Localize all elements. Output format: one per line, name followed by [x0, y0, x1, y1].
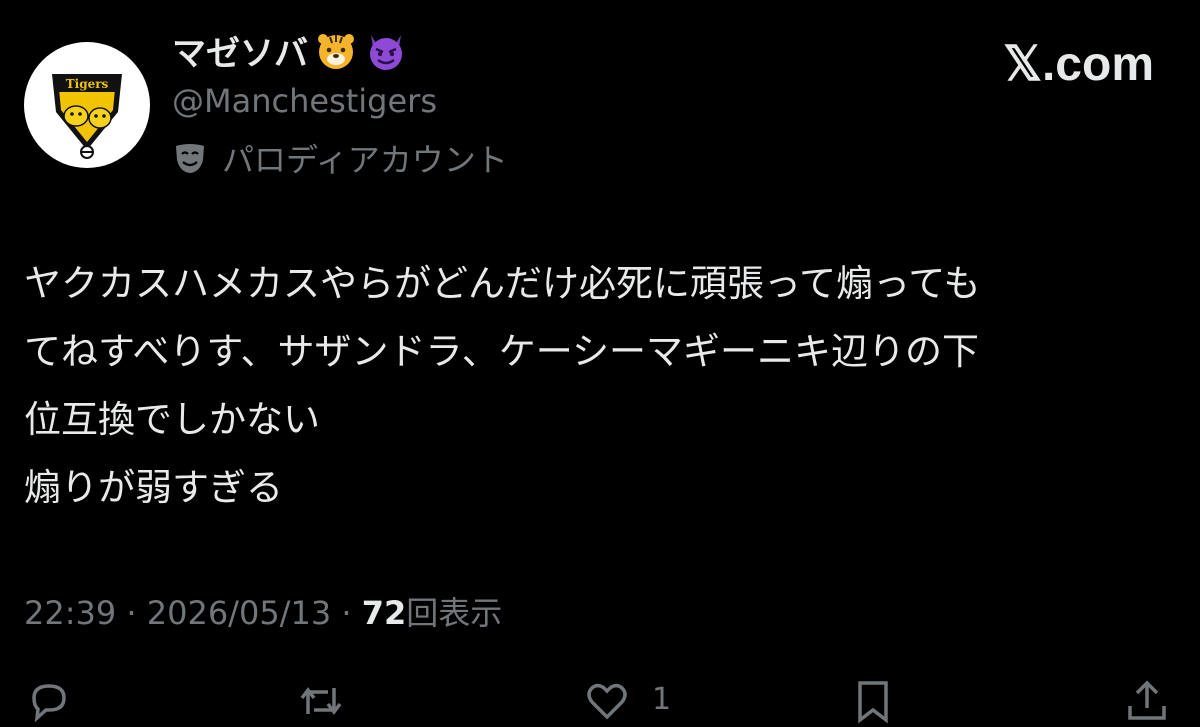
retweet-icon [300, 687, 342, 715]
mask-icon [176, 144, 204, 173]
avatar-image: Tigers [25, 43, 149, 167]
parody-badge: パロディアカウント [172, 135, 508, 181]
tweet-line: 煽りが弱すぎる [24, 466, 283, 509]
tiger-face-emoji-icon [314, 29, 358, 73]
avatar-logo-text: Tigers [66, 77, 109, 91]
tweet-time[interactable]: 22:39 [24, 594, 116, 632]
meta-separator: · [331, 594, 362, 632]
tweet-line: てねすべりす、サザンドラ、ケーシーマギーニキ辺りの下 [24, 330, 979, 373]
smiling-imp-emoji-icon [364, 29, 408, 73]
tweet-text: ヤクカスハメカスやらがどんだけ必死に頑張って煽っても てねすべりす、サザンドラ、… [24, 250, 1174, 522]
tweet-date[interactable]: 2026/05/13 [147, 594, 331, 632]
views-count: 72 [361, 594, 407, 632]
x-brand-logo: 𝕏.com [1003, 38, 1154, 91]
tweet-line: ヤクカスハメカスやらがどんだけ必死に頑張って煽っても [24, 262, 981, 305]
like-count: 1 [652, 682, 672, 717]
reply-button[interactable] [26, 678, 72, 724]
heart-icon [587, 683, 627, 720]
display-name-row[interactable]: マゼソバ [172, 26, 408, 75]
tweet-meta: 22:39 · 2026/05/13 · 72回表示 [24, 588, 502, 634]
parody-label: パロディアカウント [222, 141, 508, 179]
views-label: 回表示 [406, 594, 503, 632]
reply-icon [32, 684, 66, 723]
bookmark-icon [858, 681, 888, 724]
share-icon [1128, 680, 1166, 720]
retweet-button[interactable] [298, 678, 344, 724]
meta-separator: · [116, 594, 147, 632]
avatar[interactable]: Tigers [24, 42, 150, 168]
user-handle[interactable]: @Manchestigers [172, 82, 437, 120]
display-name[interactable]: マゼソバ [172, 26, 308, 75]
bookmark-button[interactable] [850, 678, 896, 724]
action-bar: 1 [0, 670, 1200, 727]
tweet-line: 位互換でしかない [24, 398, 320, 441]
like-button[interactable] [584, 678, 630, 724]
share-button[interactable] [1124, 678, 1170, 724]
